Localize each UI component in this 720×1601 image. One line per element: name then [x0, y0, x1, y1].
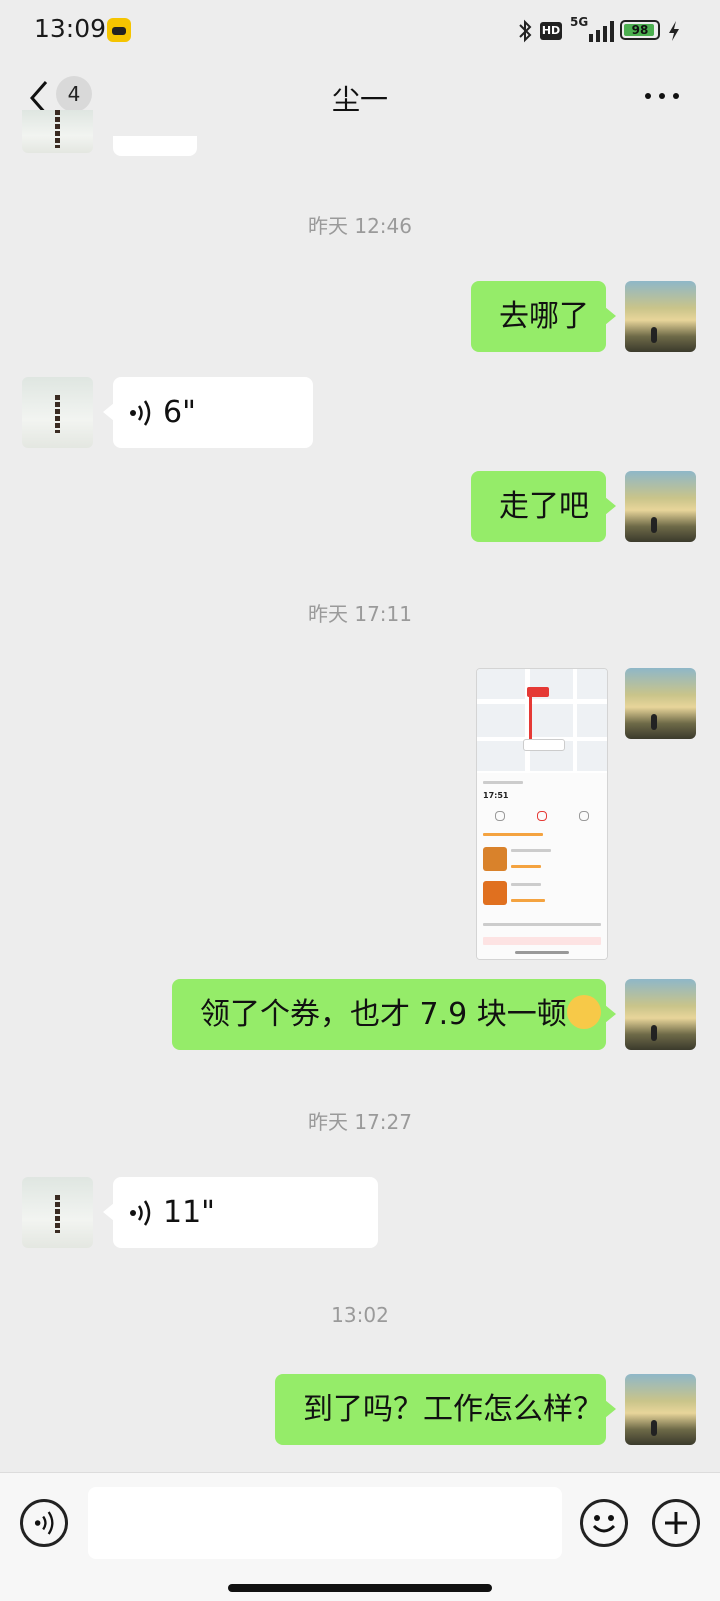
- timestamp: 昨天 17:27: [308, 1110, 412, 1134]
- status-bar: 13:09 HD 5G 98: [0, 0, 720, 62]
- my-avatar[interactable]: [625, 979, 696, 1050]
- voice-input-icon[interactable]: [20, 1499, 68, 1547]
- input-bar: [0, 1472, 720, 1601]
- sent-message-bubble[interactable]: 领了个券，也才 7.9 块一顿: [172, 979, 616, 1050]
- sent-message-bubble[interactable]: 走了吧: [471, 471, 616, 542]
- message-input[interactable]: [88, 1487, 562, 1559]
- home-indicator[interactable]: [228, 1584, 492, 1592]
- timestamp: 昨天 17:11: [308, 602, 412, 626]
- contact-avatar[interactable]: [22, 110, 93, 153]
- map-thumbnail: [477, 669, 607, 771]
- voice-duration: 6": [163, 395, 196, 430]
- sent-image-message[interactable]: 17:51: [476, 668, 608, 960]
- timestamp: 昨天 12:46: [308, 214, 412, 238]
- hd-icon: HD: [540, 22, 562, 40]
- bluetooth-icon: [519, 19, 532, 43]
- battery-level: 98: [631, 23, 649, 37]
- contact-avatar[interactable]: [22, 1177, 93, 1248]
- my-avatar[interactable]: [625, 668, 696, 739]
- message-text: 走了吧: [499, 489, 589, 524]
- battery-icon: 98: [620, 20, 660, 40]
- voice-wave-icon: [130, 400, 151, 426]
- voice-message-bubble[interactable]: 11": [103, 1177, 378, 1248]
- message-text: 去哪了: [499, 299, 589, 334]
- voice-duration: 11": [163, 1195, 215, 1230]
- emoji-icon[interactable]: [580, 1499, 628, 1547]
- contact-avatar[interactable]: [22, 377, 93, 448]
- message-text: 领了个券，也才 7.9 块一顿: [200, 997, 567, 1032]
- voice-wave-icon: [130, 1200, 151, 1226]
- order-card-thumbnail: 17:51: [477, 773, 607, 959]
- plus-icon[interactable]: [652, 1499, 700, 1547]
- laughing-tears-emoji: [566, 995, 601, 1029]
- chat-title: 尘一: [331, 83, 388, 116]
- network-label: 5G: [570, 15, 589, 29]
- timestamp: 13:02: [331, 1303, 389, 1327]
- my-avatar[interactable]: [625, 471, 696, 542]
- voice-message-bubble[interactable]: 6": [103, 377, 313, 448]
- more-dots-icon[interactable]: [642, 86, 682, 106]
- sent-message-bubble[interactable]: 去哪了: [471, 281, 616, 352]
- message-text: 到了吗？工作怎么样？: [303, 1392, 603, 1427]
- partial-message-bubble: [113, 136, 197, 156]
- eta-text: 17:51: [483, 791, 509, 800]
- charging-icon: [669, 21, 679, 41]
- status-time: 13:09: [34, 14, 107, 43]
- signal-icon: [589, 21, 614, 42]
- my-avatar[interactable]: [625, 1374, 696, 1445]
- sent-message-bubble[interactable]: 到了吗？工作怎么样？: [275, 1374, 616, 1445]
- my-avatar[interactable]: [625, 281, 696, 352]
- taxi-app-icon: [107, 18, 131, 42]
